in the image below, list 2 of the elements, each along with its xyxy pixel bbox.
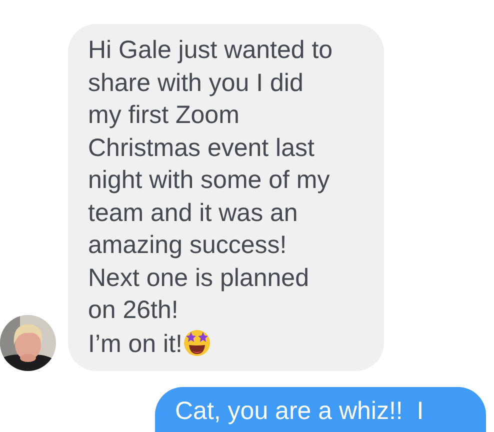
sent-message: Cat, you are a whiz!! I: [155, 387, 486, 432]
received-message: Hi Gale just wanted to share with you I did my first Zoom Christmas event last night with some of my team and it was an amazing success! Next one is planned on 26th! I’m on it!: [68, 24, 384, 371]
